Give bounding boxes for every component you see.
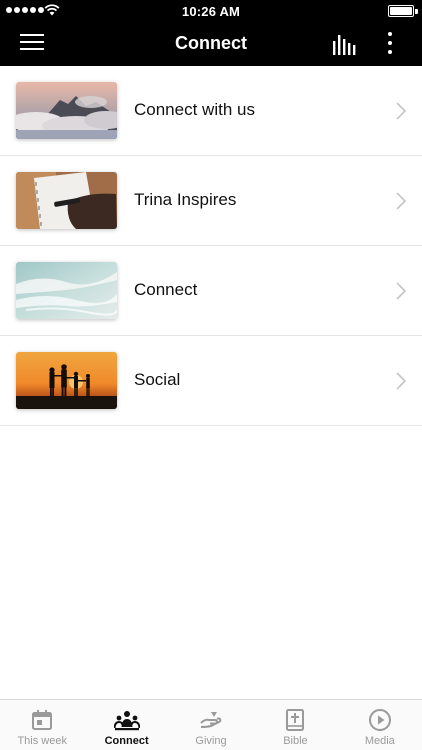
page-title: Connect <box>175 33 247 53</box>
nav-bar: Connect <box>0 22 422 66</box>
chevron-right-icon <box>396 102 406 120</box>
tab-giving[interactable]: Giving <box>169 700 253 750</box>
giving-hand-icon <box>200 712 222 728</box>
chevron-right-icon <box>396 282 406 300</box>
sunset-family-thumbnail <box>16 352 117 409</box>
audio-bars-icon[interactable] <box>332 33 358 55</box>
tab-label: Media <box>364 735 395 747</box>
list-item-label: Trina Inspires <box>134 190 237 209</box>
battery-icon <box>388 5 414 17</box>
list-item-social[interactable]: Social <box>0 336 422 426</box>
tab-this-week[interactable]: This week <box>0 700 84 750</box>
status-time: 10:26 AM <box>181 4 241 19</box>
tab-label: Bible <box>283 735 308 747</box>
more-options-icon[interactable] <box>386 32 394 56</box>
list-item-label: Connect with us <box>134 100 255 119</box>
list-item-label: Connect <box>134 280 198 299</box>
ocean-waves-thumbnail <box>16 262 117 319</box>
people-icon <box>113 711 140 731</box>
tab-media[interactable]: Media <box>338 700 422 750</box>
calendar-icon <box>32 710 53 730</box>
list-item-label: Social <box>134 370 181 389</box>
play-icon <box>368 709 391 731</box>
writing-notebook-thumbnail <box>16 172 117 229</box>
tab-label: Giving <box>195 735 227 747</box>
tab-bible[interactable]: Bible <box>253 700 337 750</box>
connect-list: Connect with us Trina Inspires Connect S… <box>0 66 422 426</box>
list-item-connect[interactable]: Connect <box>0 246 422 336</box>
mountains-clouds-thumbnail <box>16 82 117 139</box>
tab-label: This week <box>17 735 67 747</box>
list-item-connect-with-us[interactable]: Connect with us <box>0 66 422 156</box>
bottom-tab-bar: This week Connect Giving Bible Media <box>0 699 422 750</box>
tab-connect[interactable]: Connect <box>84 700 168 750</box>
bible-icon <box>286 709 305 731</box>
chevron-right-icon <box>396 192 406 210</box>
list-item-trina-inspires[interactable]: Trina Inspires <box>0 156 422 246</box>
battery-tip <box>415 9 418 14</box>
chevron-right-icon <box>396 372 406 390</box>
tab-label: Connect <box>104 735 149 747</box>
status-bar: 10:26 AM <box>0 0 422 22</box>
